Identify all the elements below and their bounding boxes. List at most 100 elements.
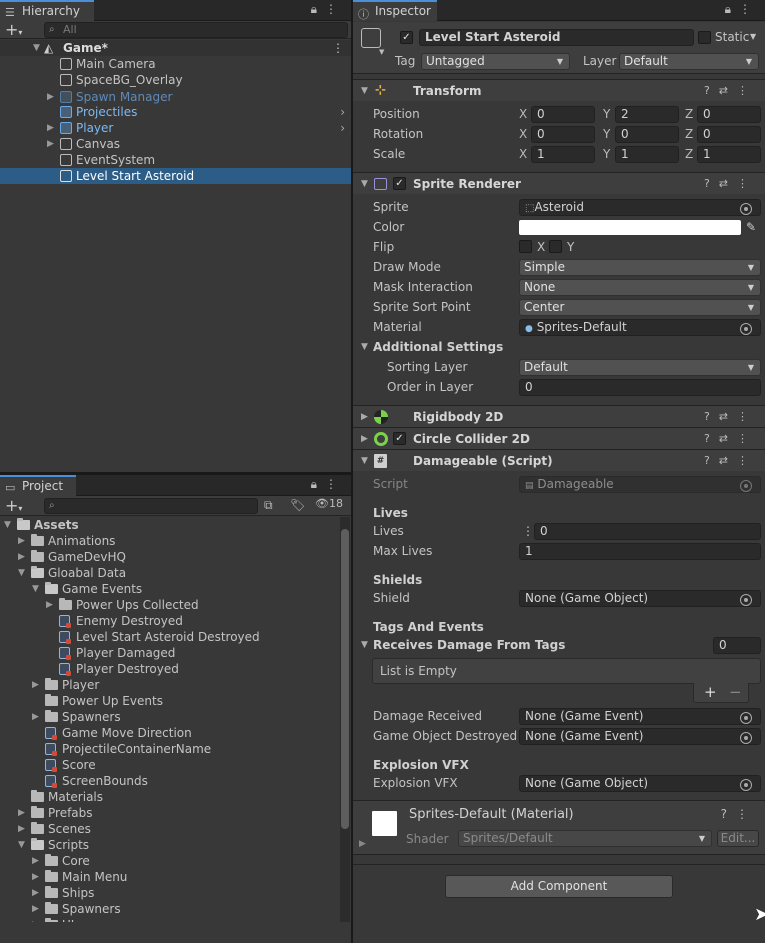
edit-shader-button[interactable]: Edit... bbox=[717, 830, 759, 847]
expand-arrow-icon[interactable]: ▼ bbox=[32, 581, 39, 597]
static-checkbox[interactable] bbox=[698, 31, 711, 44]
collapsed-arrow-icon[interactable]: ▶ bbox=[47, 136, 54, 152]
collapsed-arrow-icon[interactable]: ▶ bbox=[47, 89, 54, 105]
project-item[interactable]: ▶ Spawners bbox=[0, 901, 340, 917]
scale-y-field[interactable]: 1 bbox=[615, 146, 679, 163]
scale-z-field[interactable]: 1 bbox=[697, 146, 761, 163]
circle-collider-header[interactable]: ▶ ✓ Circle Collider 2D ?⇄⋮ bbox=[353, 427, 765, 449]
collapsed-arrow-icon[interactable]: ▶ bbox=[32, 853, 39, 869]
flip-x-checkbox[interactable] bbox=[519, 240, 532, 253]
shader-dropdown[interactable]: Sprites/Default bbox=[458, 830, 712, 847]
component-controls[interactable]: ?⇄⋮ bbox=[704, 173, 757, 195]
project-item[interactable]: Materials bbox=[0, 789, 340, 805]
additional-settings-row[interactable]: ▼ Additional Settings bbox=[353, 337, 765, 357]
z-axis-label[interactable]: Z bbox=[685, 144, 693, 164]
scrollbar-thumb[interactable] bbox=[341, 529, 349, 829]
shield-field[interactable]: None (Game Object) bbox=[519, 590, 761, 607]
x-axis-label[interactable]: X bbox=[519, 124, 527, 144]
project-scrollbar[interactable] bbox=[340, 517, 350, 922]
expand-arrow-icon[interactable]: ▼ bbox=[4, 517, 11, 533]
expand-arrow-icon[interactable]: ▼ bbox=[361, 635, 368, 655]
project-item[interactable]: ▶ GameDevHQ bbox=[0, 549, 340, 565]
collapsed-arrow-icon[interactable]: ▶ bbox=[32, 709, 39, 725]
project-item[interactable]: Player Destroyed bbox=[0, 661, 340, 677]
hierarchy-item-projectiles[interactable]: Projectiles › bbox=[0, 104, 351, 120]
project-item[interactable]: ▼ Gloabal Data bbox=[0, 565, 340, 581]
material-controls[interactable]: ?⋮ bbox=[721, 807, 757, 821]
hierarchy-item-spacebg[interactable]: SpaceBG_Overlay bbox=[0, 72, 351, 88]
project-item[interactable]: ▶ UI bbox=[0, 917, 340, 922]
chevron-right-icon[interactable]: › bbox=[340, 120, 345, 136]
explosion-vfx-field[interactable]: None (Game Object) bbox=[519, 775, 761, 792]
collapsed-arrow-icon[interactable]: ▶ bbox=[32, 869, 39, 885]
expand-arrow-icon[interactable]: ▶ bbox=[359, 839, 366, 849]
sprite-renderer-header[interactable]: ▼ ✓ Sprite Renderer ?⇄⋮ bbox=[353, 172, 765, 194]
expand-arrow-icon[interactable]: ▼ bbox=[361, 450, 368, 472]
rotation-y-field[interactable]: 0 bbox=[615, 126, 679, 143]
project-item[interactable]: ▶ Prefabs bbox=[0, 805, 340, 821]
scene-menu-icon[interactable]: ⋮ bbox=[332, 40, 344, 56]
x-axis-label[interactable]: X bbox=[519, 144, 527, 164]
rotation-x-field[interactable]: 0 bbox=[531, 126, 595, 143]
project-item[interactable]: ▶ Spawners bbox=[0, 709, 340, 725]
collapsed-arrow-icon[interactable]: ▶ bbox=[32, 901, 39, 917]
hierarchy-item-eventsystem[interactable]: EventSystem bbox=[0, 152, 351, 168]
object-picker-icon[interactable] bbox=[740, 712, 752, 724]
gameobject-destroyed-field[interactable]: None (Game Event) bbox=[519, 728, 761, 745]
drag-handle-icon[interactable]: ⋮ bbox=[522, 521, 534, 541]
position-y-field[interactable]: 2 bbox=[615, 106, 679, 123]
collapsed-arrow-icon[interactable]: ▶ bbox=[32, 917, 39, 922]
expand-arrow-icon[interactable]: ▼ bbox=[361, 80, 368, 102]
component-enabled-checkbox[interactable]: ✓ bbox=[393, 177, 406, 190]
list-size-field[interactable]: 0 bbox=[713, 637, 761, 654]
object-picker-icon[interactable] bbox=[740, 323, 752, 335]
project-item[interactable]: ▶ Power Ups Collected bbox=[0, 597, 340, 613]
mask-interaction-dropdown[interactable]: None bbox=[519, 279, 761, 296]
project-search-input[interactable]: ⌕ bbox=[44, 498, 258, 514]
sort-point-dropdown[interactable]: Center bbox=[519, 299, 761, 316]
flip-y-checkbox[interactable] bbox=[549, 240, 562, 253]
project-item[interactable]: ▶ Animations bbox=[0, 533, 340, 549]
scene-row[interactable]: ▼ ◭ Game* ⋮ bbox=[0, 40, 351, 56]
expand-arrow-icon[interactable]: ▼ bbox=[361, 337, 368, 357]
position-z-field[interactable]: 0 bbox=[697, 106, 761, 123]
layer-dropdown[interactable]: Default bbox=[619, 53, 759, 70]
color-swatch[interactable] bbox=[519, 220, 741, 235]
component-controls[interactable]: ?⇄⋮ bbox=[704, 80, 757, 102]
component-controls[interactable]: ?⇄⋮ bbox=[704, 428, 757, 450]
component-controls[interactable]: ?⇄⋮ bbox=[704, 450, 757, 472]
create-button[interactable]: +▾ bbox=[5, 496, 22, 518]
sprite-field[interactable]: ⬚Asteroid bbox=[519, 199, 761, 216]
component-enabled-checkbox[interactable]: ✓ bbox=[393, 432, 406, 445]
hierarchy-item-spawn-manager[interactable]: ▶ Spawn Manager bbox=[0, 89, 351, 105]
lives-field[interactable]: 0 bbox=[534, 523, 761, 540]
object-picker-icon[interactable] bbox=[740, 594, 752, 606]
y-axis-label[interactable]: Y bbox=[603, 144, 610, 164]
collapsed-arrow-icon[interactable]: ▶ bbox=[47, 120, 54, 136]
object-name-field[interactable]: Level Start Asteroid bbox=[419, 29, 694, 46]
chevron-right-icon[interactable]: › bbox=[340, 104, 345, 120]
transform-header[interactable]: ▼ ⊹ Transform ?⇄⋮ bbox=[353, 79, 765, 101]
max-lives-field[interactable]: 1 bbox=[519, 543, 761, 560]
tab-hierarchy[interactable]: ☰ Hierarchy bbox=[0, 0, 94, 21]
damageable-script-header[interactable]: ▼ # Damageable (Script) ?⇄⋮ bbox=[353, 449, 765, 471]
scale-x-field[interactable]: 1 bbox=[531, 146, 595, 163]
project-item[interactable]: Power Up Events bbox=[0, 693, 340, 709]
icon-dropdown-arrow[interactable]: ▼ bbox=[379, 48, 384, 56]
collapsed-arrow-icon[interactable]: ▶ bbox=[361, 406, 368, 428]
tag-dropdown[interactable]: Untagged bbox=[421, 53, 570, 70]
material-field[interactable]: ● Sprites-Default bbox=[519, 319, 761, 336]
x-axis-label[interactable]: X bbox=[519, 104, 527, 124]
draw-mode-dropdown[interactable]: Simple bbox=[519, 259, 761, 276]
project-item[interactable]: ProjectileContainerName bbox=[0, 741, 340, 757]
project-item[interactable]: Player Damaged bbox=[0, 645, 340, 661]
collapsed-arrow-icon[interactable]: ▶ bbox=[32, 677, 39, 693]
collapsed-arrow-icon[interactable]: ▶ bbox=[32, 885, 39, 901]
expand-arrow-icon[interactable]: ▼ bbox=[18, 565, 25, 581]
collapsed-arrow-icon[interactable]: ▶ bbox=[361, 428, 368, 450]
project-item[interactable]: Game Move Direction bbox=[0, 725, 340, 741]
sorting-layer-dropdown[interactable]: Default bbox=[519, 359, 761, 376]
remove-element-icon[interactable]: − bbox=[729, 683, 742, 701]
collapsed-arrow-icon[interactable]: ▶ bbox=[18, 821, 25, 837]
tab-inspector[interactable]: ⓘ Inspector bbox=[353, 0, 437, 21]
